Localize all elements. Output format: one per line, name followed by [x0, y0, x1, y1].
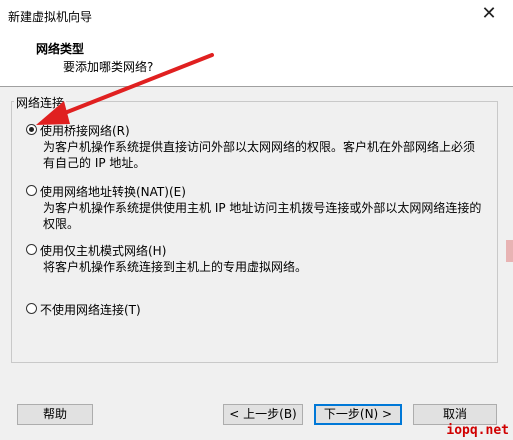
watermark: iopq.net — [446, 423, 509, 438]
annotation-arrow-icon — [36, 53, 214, 125]
